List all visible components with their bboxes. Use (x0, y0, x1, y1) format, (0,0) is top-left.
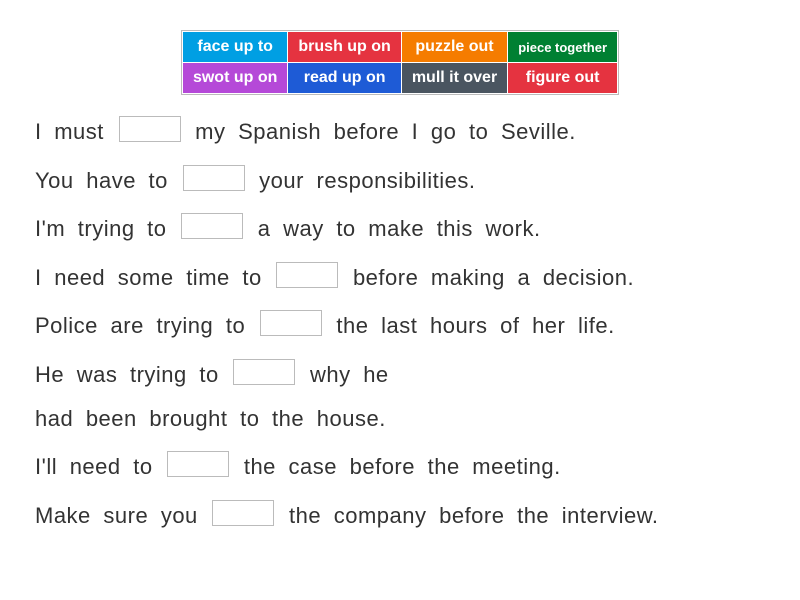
exercise-wrapper: face up tobrush up onpuzzle outpiece tog… (0, 0, 800, 530)
word-tile-mull-it-over[interactable]: mull it over (402, 63, 507, 93)
tile-bank-container: face up tobrush up onpuzzle outpiece tog… (35, 30, 765, 95)
word-tile-puzzle-out[interactable]: puzzle out (402, 32, 507, 62)
sentence-2: You have to your responsibilities. (35, 162, 765, 196)
sentence-1: I must my Spanish before I go to Seville… (35, 113, 765, 147)
sentence-text: Make sure you (35, 503, 210, 528)
sentence-text: before making a decision. (340, 265, 634, 290)
drop-blank[interactable] (276, 262, 338, 288)
word-tile-brush-up-on[interactable]: brush up on (288, 32, 400, 62)
drop-blank[interactable] (181, 213, 243, 239)
sentence-text: Police are trying to (35, 313, 258, 338)
tile-bank: face up tobrush up onpuzzle outpiece tog… (181, 30, 619, 95)
sentence-text: the last hours of her life. (324, 313, 615, 338)
drop-blank[interactable] (119, 116, 181, 142)
sentence-5: Police are trying to the last hours of h… (35, 307, 765, 341)
drop-blank[interactable] (233, 359, 295, 385)
sentence-6: He was trying to why he (35, 356, 765, 390)
word-tile-swot-up-on[interactable]: swot up on (183, 63, 287, 93)
word-tile-face-up-to[interactable]: face up to (183, 32, 287, 62)
drop-blank[interactable] (183, 165, 245, 191)
sentence-text: why he (297, 362, 388, 387)
sentence-3: I'm trying to a way to make this work. (35, 210, 765, 244)
word-tile-figure-out[interactable]: figure out (508, 63, 617, 93)
sentence-text: your responsibilities. (247, 168, 476, 193)
word-tile-read-up-on[interactable]: read up on (288, 63, 400, 93)
sentence-6-cont: had been brought to the house. (35, 405, 765, 434)
sentence-8: Make sure you the company before the int… (35, 497, 765, 531)
drop-blank[interactable] (167, 451, 229, 477)
sentence-text: I'll need to (35, 454, 165, 479)
sentence-text: I need some time to (35, 265, 274, 290)
word-tile-piece-together[interactable]: piece together (508, 32, 617, 62)
sentence-7: I'll need to the case before the meeting… (35, 448, 765, 482)
sentence-text: had been brought to the house. (35, 406, 386, 431)
sentence-text: a way to make this work. (245, 216, 540, 241)
sentence-4: I need some time to before making a deci… (35, 259, 765, 293)
drop-blank[interactable] (260, 310, 322, 336)
drop-blank[interactable] (212, 500, 274, 526)
sentence-text: You have to (35, 168, 181, 193)
sentence-text: the company before the interview. (276, 503, 658, 528)
sentence-text: the case before the meeting. (231, 454, 560, 479)
sentence-text: my Spanish before I go to Seville. (183, 119, 576, 144)
sentence-text: I must (35, 119, 117, 144)
sentence-text: I'm trying to (35, 216, 179, 241)
sentence-text: He was trying to (35, 362, 231, 387)
sentence-list: I must my Spanish before I go to Seville… (35, 113, 765, 530)
